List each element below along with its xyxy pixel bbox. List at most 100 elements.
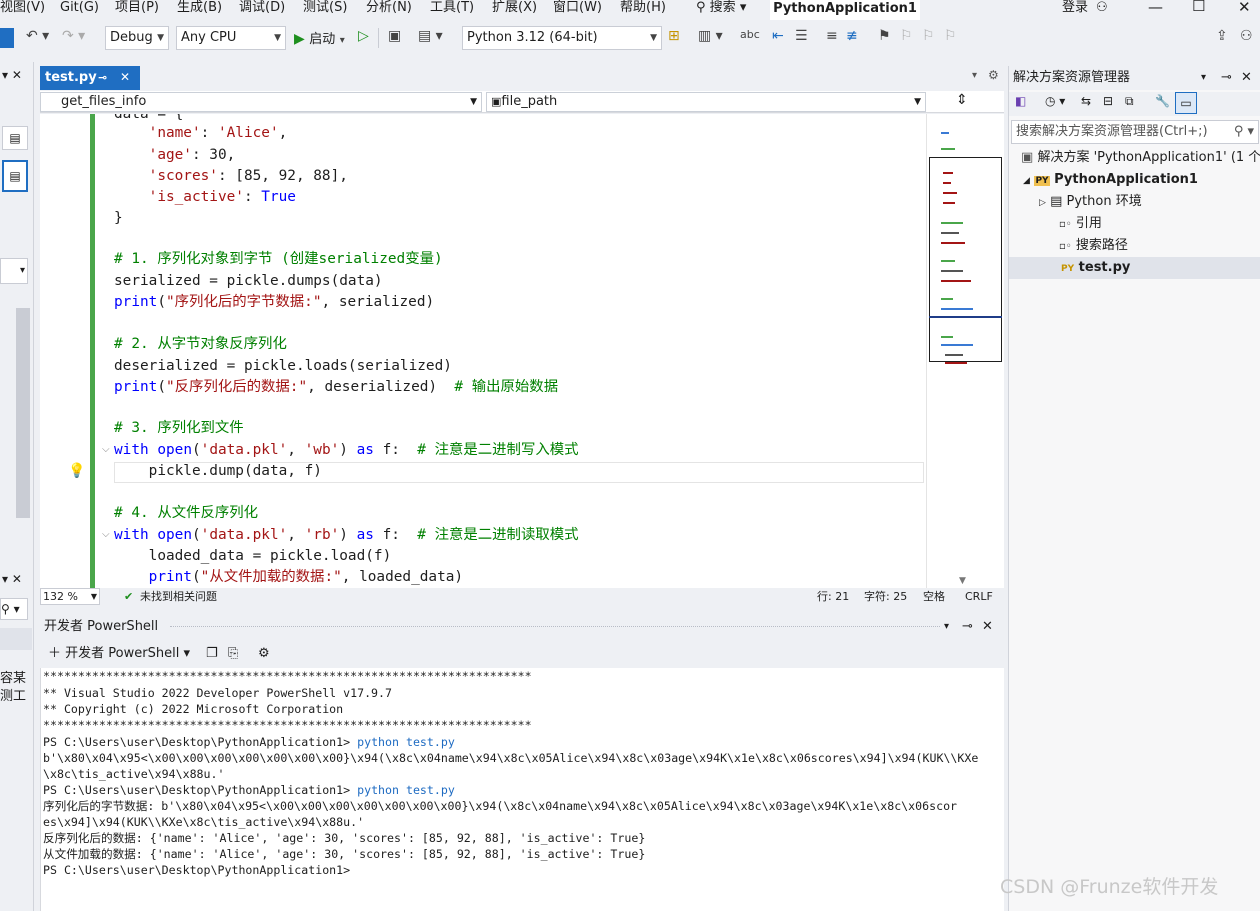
paste-icon[interactable]: ⎘: [228, 642, 238, 666]
share-icon[interactable]: ⇪: [1216, 28, 1228, 44]
code-line: deserialized = pickle.loads(serialized): [114, 358, 452, 374]
solution-search-input[interactable]: 搜索解决方案资源管理器(Ctrl+;) ⚲ ▾: [1011, 120, 1259, 144]
window-layout-icon[interactable]: ▥ ▾: [698, 28, 723, 44]
line-ending[interactable]: CRLF: [965, 588, 993, 606]
menu-window[interactable]: 窗口(W): [553, 0, 602, 18]
toolbox-icon[interactable]: ▤: [2, 126, 28, 150]
menu-build[interactable]: 生成(B): [177, 0, 222, 18]
collapse-icon[interactable]: ⊟: [1103, 94, 1113, 108]
search-icon[interactable]: ⚲ ▾: [0, 598, 28, 620]
copy-icon[interactable]: ❐: [206, 642, 218, 666]
undo-icon[interactable]: ↶ ▾: [26, 28, 49, 44]
redo-icon[interactable]: ↷ ▾: [62, 28, 85, 44]
menu-view[interactable]: 视图(V): [0, 0, 45, 18]
server-explorer-icon[interactable]: ▤: [2, 160, 28, 192]
package-icon[interactable]: ⊞: [668, 28, 680, 44]
comment-icon[interactable]: ≡: [826, 28, 838, 44]
issues-status[interactable]: 未找到相关问题: [140, 588, 217, 606]
left-dropdown[interactable]: ▾: [0, 258, 28, 284]
sync-icon[interactable]: ⇆: [1081, 94, 1091, 108]
platform-select[interactable]: Any CPU ▼: [176, 26, 286, 50]
tree-project[interactable]: ◢ PY PythonApplication1: [1009, 169, 1260, 191]
tree-solution-root[interactable]: ▣ 解决方案 'PythonApplication1' (1 个: [1009, 147, 1260, 169]
uncomment-icon[interactable]: ≢: [846, 28, 858, 44]
line-number[interactable]: 行: 21: [817, 588, 849, 606]
menu-analyze[interactable]: 分析(N): [366, 0, 412, 18]
close-window-icon[interactable]: ✕: [1238, 0, 1251, 16]
tree-file-test-py[interactable]: PY test.py: [1009, 257, 1260, 279]
menu-test[interactable]: 测试(S): [303, 0, 347, 18]
code-editor[interactable]: 💡 data = { 'name': 'Alice', 'age': 30, '…: [40, 114, 926, 588]
tab-overflow-icon[interactable]: ▾: [972, 70, 977, 81]
search-button[interactable]: ⚲ 搜索 ▾: [696, 0, 746, 18]
menu-help[interactable]: 帮助(H): [620, 0, 666, 18]
pin-icon[interactable]: ⊸: [98, 66, 107, 89]
config-select[interactable]: Debug ▼: [105, 26, 169, 50]
fold-icon[interactable]: ⌵: [102, 529, 110, 540]
code-line: print("序列化后的字节数据:", serialized): [114, 294, 435, 310]
prev-bookmark-icon[interactable]: ⚐: [900, 28, 913, 44]
nav-symbol-value: file_path: [501, 94, 558, 109]
next-bookmark-icon[interactable]: ⚐: [922, 28, 935, 44]
minimap-viewport[interactable]: [929, 157, 1002, 362]
start-button[interactable]: ▶ 启动 ▾: [294, 28, 345, 47]
menu-project[interactable]: 项目(P): [115, 0, 159, 18]
char-number[interactable]: 字符: 25: [864, 588, 907, 606]
tab-test-py[interactable]: test.py ⊸ ✕: [40, 66, 140, 90]
lightbulb-icon[interactable]: 💡: [68, 463, 85, 479]
layout-icon[interactable]: ▤ ▾: [418, 28, 443, 44]
feedback-icon[interactable]: ⚇: [1240, 28, 1253, 44]
pin-icon-2[interactable]: ▾ ✕: [2, 572, 22, 586]
vs-icon[interactable]: ◧: [1015, 94, 1026, 108]
nav-symbol-dropdown[interactable]: ▣file_path ▼: [486, 92, 926, 112]
terminal-line: 序列化后的字节数据: b'\x80\x04\x95<\x00\x00\x00\x…: [43, 799, 958, 813]
bookmark-icon[interactable]: ⚑: [878, 28, 891, 44]
tree-python-env[interactable]: ▷ ▤ Python 环境: [1009, 191, 1260, 213]
new-terminal-button[interactable]: ＋ 开发者 PowerShell ▾: [48, 642, 190, 666]
scroll-down-icon[interactable]: ▼: [959, 576, 966, 586]
start-without-debug-icon[interactable]: ▷: [358, 28, 369, 44]
dropdown-icon[interactable]: ▾: [1201, 66, 1206, 90]
wrench-icon[interactable]: 🔧: [1155, 94, 1170, 108]
menu-git[interactable]: Git(G): [60, 0, 99, 18]
close-icon[interactable]: ✕: [120, 66, 130, 89]
clear-bookmarks-icon[interactable]: ⚐: [944, 28, 957, 44]
left-scrollbar[interactable]: [16, 308, 30, 518]
nav-member-dropdown[interactable]: get_files_info ▼: [40, 92, 482, 112]
terminal-output[interactable]: ****************************************…: [40, 668, 1004, 911]
gear-icon[interactable]: ⚙: [988, 68, 999, 82]
pin-icon[interactable]: ▾ ✕: [2, 68, 22, 82]
browse-icon[interactable]: ▣: [388, 28, 401, 44]
step-icon[interactable]: ⇤: [772, 28, 784, 44]
python-env-select[interactable]: Python 3.12 (64-bit) ▼: [462, 26, 662, 50]
pin-icon[interactable]: ⊸: [1221, 66, 1232, 90]
close-icon[interactable]: ✕: [1241, 66, 1252, 90]
check-icon: ✔: [124, 590, 134, 603]
left-selected-item[interactable]: [0, 628, 32, 650]
maximize-icon[interactable]: ☐: [1192, 0, 1205, 15]
close-icon[interactable]: ✕: [982, 616, 993, 638]
code-minimap[interactable]: ▼: [926, 114, 1004, 588]
whitespace-mode[interactable]: 空格: [923, 588, 945, 606]
solution-icon: ▣: [1021, 150, 1034, 165]
gear-icon[interactable]: ⚙: [258, 642, 270, 666]
spellcheck-icon[interactable]: abc: [740, 28, 760, 41]
preview-icon[interactable]: ▭: [1175, 92, 1197, 114]
tree-references[interactable]: ▫◦ 引用: [1009, 213, 1260, 235]
dropdown-icon[interactable]: ▾: [944, 616, 949, 638]
menu-tools[interactable]: 工具(T): [430, 0, 474, 18]
fold-icon[interactable]: ⌵: [102, 444, 110, 455]
menu-debug[interactable]: 调试(D): [239, 0, 285, 18]
zoom-select[interactable]: 132 % ▼: [40, 588, 100, 605]
account-icon[interactable]: ⚇: [1096, 0, 1108, 18]
login-link[interactable]: 登录: [1062, 0, 1088, 18]
tree-search-paths[interactable]: ▫◦ 搜索路径: [1009, 235, 1260, 257]
split-icon[interactable]: ⇕: [956, 92, 968, 108]
history-icon[interactable]: ◷ ▾: [1045, 94, 1065, 108]
bookmark-list-icon[interactable]: ☰: [795, 28, 808, 44]
menu-extensions[interactable]: 扩展(X): [492, 0, 537, 18]
pin-icon[interactable]: ⊸: [962, 616, 973, 638]
minimize-icon[interactable]: —: [1148, 0, 1163, 16]
save-icon[interactable]: [0, 28, 14, 48]
show-all-icon[interactable]: ⧉: [1125, 94, 1134, 109]
